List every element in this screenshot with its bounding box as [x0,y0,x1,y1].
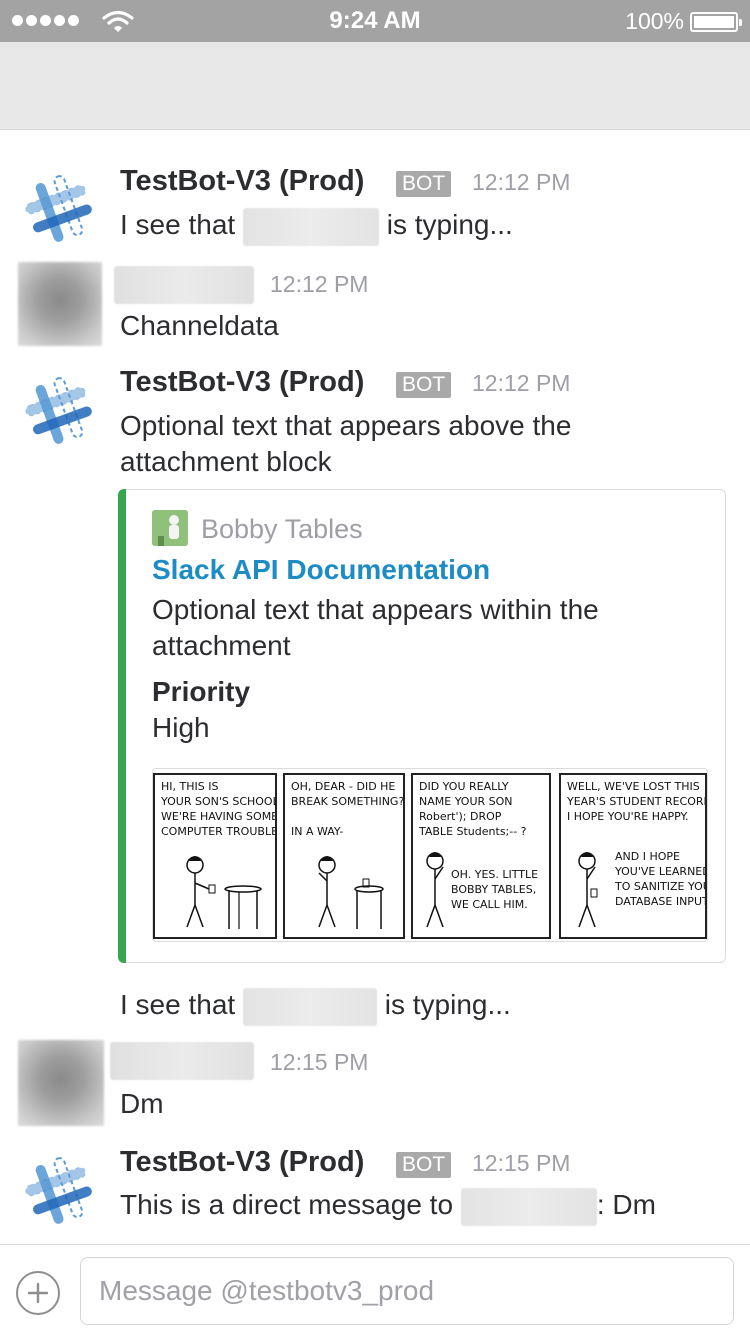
bot-badge: BOT [396,1152,452,1178]
redacted-sender-name [114,266,254,304]
add-attachment-button[interactable] [16,1271,60,1315]
message-timestamp: 12:12 PM [270,271,369,297]
slack-hash-icon [25,377,92,444]
comic-panel: OH, DEAR - DID HE BREAK SOMETHING? IN A … [283,773,405,939]
message-text: This is a direct message to : Dm [120,1187,656,1226]
bot-badge: BOT [396,372,452,398]
message-text-part: This is a direct message to [120,1189,454,1220]
message-composer [0,1244,750,1334]
comic-figure [186,856,262,929]
message-attachment: Bobby Tables Slack API Documentation Opt… [118,489,726,963]
message-text: I see that is typing... [120,987,511,1026]
redacted-username [242,207,379,246]
message-text-part: I see that [120,989,236,1020]
attachment-title-link[interactable]: Slack API Documentation [152,554,490,586]
message-text: Dm [120,1088,164,1119]
comic-figure [426,852,444,928]
attachment-color-bar [118,489,126,963]
attachment-field-value: High [152,712,210,743]
attachment-text: Optional text that appears within the at… [152,594,599,661]
sender-name[interactable]: TestBot-V3 (Prod) [120,1146,364,1179]
attachment-author: Bobby Tables [201,514,363,544]
message-timestamp: 12:15 PM [472,1150,571,1176]
slack-hash-icon [25,175,92,242]
battery-icon [690,12,742,32]
comic-panel: WELL, WE'VE LOST THIS YEAR'S STUDENT REC… [559,773,707,939]
sender-name[interactable]: TestBot-V3 (Prod) [120,165,364,198]
message-text-part: is typing... [384,989,511,1020]
slack-hash-icon [25,1157,92,1224]
message-timestamp: 12:12 PM [472,370,571,396]
message-text-part: I see that [120,209,236,240]
sender-name[interactable]: TestBot-V3 (Prod) [120,366,364,399]
battery-percent: 100% [625,8,684,34]
redacted-username [460,1187,597,1226]
message-timestamp: 12:12 PM [472,169,571,195]
comic-figure [318,856,384,929]
comic-panel: DID YOU REALLY NAME YOUR SON Robert'); D… [411,773,551,939]
battery-fill [694,16,734,28]
redacted-username [242,987,377,1026]
bot-badge: BOT [396,171,452,197]
message-text-part: is typing... [386,209,513,240]
message-text-part: : Dm [596,1189,656,1220]
user-avatar[interactable] [18,1040,104,1126]
comic-panel: HI, THIS IS YOUR SON'S SCHOOL. WE'RE HAV… [153,773,277,939]
message-text: Optional text that appears above the att… [120,410,572,477]
attachment-field-title: Priority [152,676,251,707]
plus-icon [27,1282,49,1304]
author-avatar [152,510,188,546]
attachment-image[interactable]: HI, THIS IS YOUR SON'S SCHOOL. WE'RE HAV… [152,768,708,942]
navigation-bar [0,42,750,130]
message-text: Channeldata [120,310,279,341]
status-bar: 9:24 AM 100% [0,0,750,42]
message-input[interactable] [80,1257,734,1325]
message-timestamp: 12:15 PM [270,1049,369,1075]
user-avatar[interactable] [18,262,102,346]
message-text: I see that is typing... [120,207,513,246]
comic-figure [578,852,598,928]
redacted-sender-name [110,1042,254,1080]
